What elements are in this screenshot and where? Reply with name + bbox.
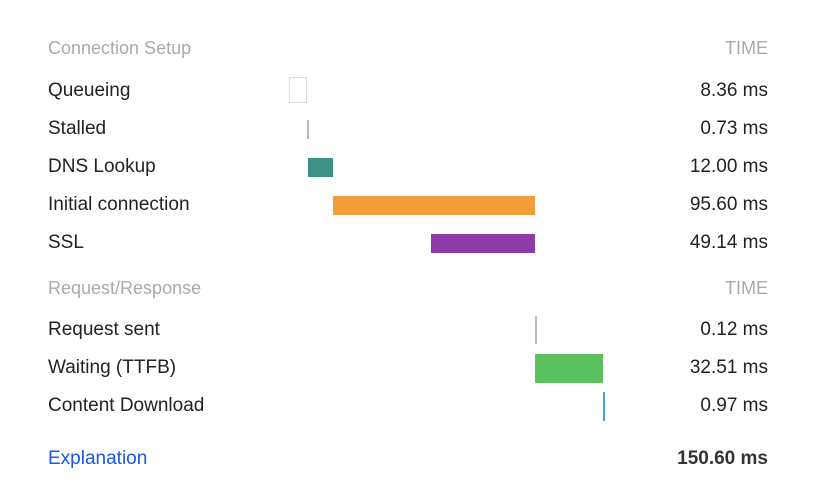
timing-bar (308, 158, 334, 177)
timing-bar (534, 354, 604, 383)
timing-label: Initial connection (48, 194, 190, 215)
footer-row: Explanation 150.60 ms (48, 444, 768, 474)
time-column-header: TIME (725, 38, 768, 58)
timing-row: DNS Lookup 12.00 ms (48, 152, 768, 182)
timing-value: 32.51 ms (689, 357, 768, 378)
section-header: Request/Response TIME (48, 273, 768, 303)
timing-bar (431, 234, 535, 253)
timing-label: DNS Lookup (48, 156, 156, 177)
timing-row: Content Download 0.97 ms (48, 391, 768, 421)
timing-bar (306, 120, 309, 139)
section-title: Connection Setup (48, 38, 192, 58)
timing-row: Request sent 0.12 ms (48, 315, 768, 345)
explanation-link[interactable]: Explanation (48, 444, 147, 474)
timing-bar (603, 392, 606, 421)
timing-row: Waiting (TTFB) 32.51 ms (48, 353, 768, 383)
timing-bar (289, 77, 307, 103)
time-column-header: TIME (725, 278, 768, 298)
timing-label: Stalled (48, 118, 107, 139)
timing-bar (333, 196, 535, 215)
timing-row: Stalled 0.73 ms (48, 114, 768, 144)
timing-value: 49.14 ms (689, 232, 768, 253)
timing-label: SSL (48, 232, 84, 253)
section-title: Request/Response (48, 278, 202, 298)
timing-value: 95.60 ms (689, 194, 768, 215)
timing-value: 12.00 ms (689, 156, 768, 177)
timing-bar (534, 316, 537, 344)
timing-value: 0.73 ms (700, 118, 768, 139)
timing-label: Content Download (48, 395, 205, 416)
timing-row: Queueing 8.36 ms (48, 76, 768, 106)
total-time: 150.60 ms (677, 448, 768, 469)
timing-label: Queueing (48, 80, 131, 101)
timing-value: 0.97 ms (700, 395, 768, 416)
timing-value: 8.36 ms (700, 80, 768, 101)
timing-row: SSL 49.14 ms (48, 228, 768, 258)
timing-label: Waiting (TTFB) (48, 357, 177, 378)
section-header: Connection Setup TIME (48, 33, 768, 63)
timing-label: Request sent (48, 319, 160, 340)
timing-value: 0.12 ms (700, 319, 768, 340)
